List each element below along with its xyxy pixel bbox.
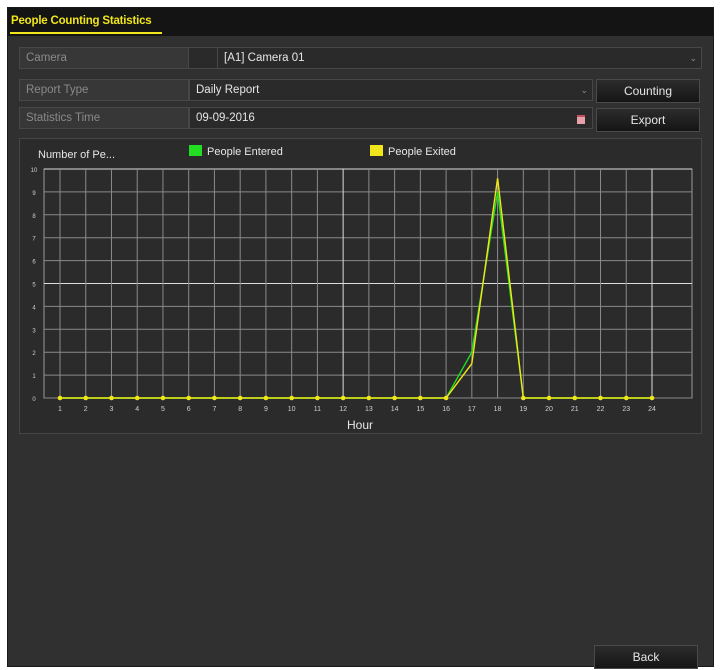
x-tick-label: 6 <box>187 406 191 413</box>
camera-select-padding <box>189 47 217 69</box>
people-counting-window: People Counting Statistics Camera [A1] C… <box>7 7 714 669</box>
x-tick-label: 8 <box>238 406 242 413</box>
people-count-chart: Number of Pe... People Entered People Ex… <box>31 145 693 432</box>
y-tick-label: 8 <box>32 214 36 220</box>
chart-grid <box>43 168 693 399</box>
x-tick-label: 15 <box>416 406 424 413</box>
chevron-down-icon: ⌄ <box>689 53 697 63</box>
y-tick-label: 10 <box>31 168 38 174</box>
y-tick-label: 9 <box>32 191 36 197</box>
export-button[interactable]: Export <box>596 108 700 132</box>
camera-select[interactable]: [A1] Camera 01 ⌄ <box>217 47 702 69</box>
series-point <box>83 395 89 401</box>
series-point <box>649 395 655 401</box>
series-point <box>418 395 423 401</box>
counting-button[interactable]: Counting <box>596 79 700 103</box>
x-tick-label: 10 <box>288 406 296 413</box>
chart-panel: Number of Pe... People Entered People Ex… <box>19 138 702 434</box>
legend-entered-swatch <box>189 145 202 156</box>
series-point <box>109 395 114 401</box>
series-point <box>212 395 217 401</box>
statistics-time-value: 09-09-2016 <box>196 112 255 124</box>
series-point <box>315 395 320 401</box>
series-line-1 <box>60 178 652 399</box>
series-point <box>57 395 63 401</box>
y-tick-label: 0 <box>32 397 36 403</box>
x-tick-label: 4 <box>135 406 139 413</box>
legend-exited-label: People Exited <box>388 146 456 158</box>
report-type-value: Daily Report <box>196 84 260 96</box>
series-point <box>521 395 526 401</box>
x-tick-label: 1 <box>58 406 62 413</box>
camera-label: Camera <box>19 47 189 69</box>
calendar-icon[interactable] <box>577 115 585 124</box>
x-tick-label: 22 <box>597 406 605 413</box>
tab-people-counting-statistics[interactable]: People Counting Statistics <box>11 15 152 27</box>
x-tick-label: 16 <box>442 406 450 413</box>
statistics-time-field[interactable]: 09-09-2016 <box>189 107 593 129</box>
series-point <box>546 395 552 401</box>
series-point <box>392 395 397 401</box>
x-tick-label: 12 <box>339 406 347 413</box>
x-tick-label: 14 <box>391 406 399 413</box>
series-lines <box>60 178 652 399</box>
legend-exited-swatch <box>370 145 383 156</box>
series-point <box>160 395 166 401</box>
series-point <box>134 395 140 401</box>
series-point <box>186 395 191 401</box>
x-tick-label: 5 <box>161 406 165 413</box>
x-tick-label: 3 <box>110 406 114 413</box>
x-tick-label: 2 <box>84 406 88 413</box>
series-point <box>598 395 603 401</box>
report-type-select[interactable]: Daily Report ⌄ <box>189 79 593 101</box>
series-point <box>237 395 243 401</box>
series-point <box>366 395 372 401</box>
x-tick-label: 7 <box>212 406 216 413</box>
series-point <box>263 395 269 401</box>
series-point <box>443 395 449 401</box>
legend-entered-label: People Entered <box>207 146 283 158</box>
series-point <box>340 395 346 401</box>
x-tick-label: 19 <box>519 406 527 413</box>
x-axis-label: Hour <box>347 418 373 432</box>
y-tick-labels: 0 1 2 3 4 5 6 7 8 9 10 <box>31 168 38 403</box>
y-axis-label: Number of Pe... <box>38 149 115 161</box>
y-tick-label: 2 <box>32 351 36 357</box>
x-tick-label: 13 <box>365 406 373 413</box>
x-tick-labels: 1 2 3 4 5 6 7 8 9 10 11 12 13 14 15 16 17 18 19 20 21 22 23 24 <box>58 406 656 413</box>
report-type-label: Report Type <box>19 79 189 101</box>
active-tab-indicator <box>10 32 162 34</box>
y-tick-label: 3 <box>32 328 36 334</box>
series-point <box>289 395 294 401</box>
y-tick-label: 6 <box>32 260 36 266</box>
y-tick-label: 7 <box>32 237 36 243</box>
x-tick-label: 9 <box>264 406 268 413</box>
x-tick-label: 23 <box>622 406 630 413</box>
x-tick-label: 21 <box>571 406 579 413</box>
y-tick-label: 4 <box>32 305 36 311</box>
y-tick-label: 5 <box>32 283 36 289</box>
camera-select-value: [A1] Camera 01 <box>224 52 305 64</box>
statistics-time-label: Statistics Time <box>19 107 189 129</box>
x-tick-label: 17 <box>468 406 476 413</box>
chevron-down-icon: ⌄ <box>580 85 588 95</box>
series-line-0 <box>60 191 652 399</box>
x-tick-label: 20 <box>545 406 553 413</box>
x-tick-label: 24 <box>648 406 656 413</box>
tab-bar: People Counting Statistics <box>8 8 713 36</box>
y-tick-label: 1 <box>32 374 36 380</box>
back-button[interactable]: Back <box>594 645 698 669</box>
series-point <box>623 395 629 401</box>
x-tick-label: 11 <box>314 406 321 413</box>
series-point <box>572 395 578 401</box>
x-tick-label: 18 <box>494 406 502 413</box>
